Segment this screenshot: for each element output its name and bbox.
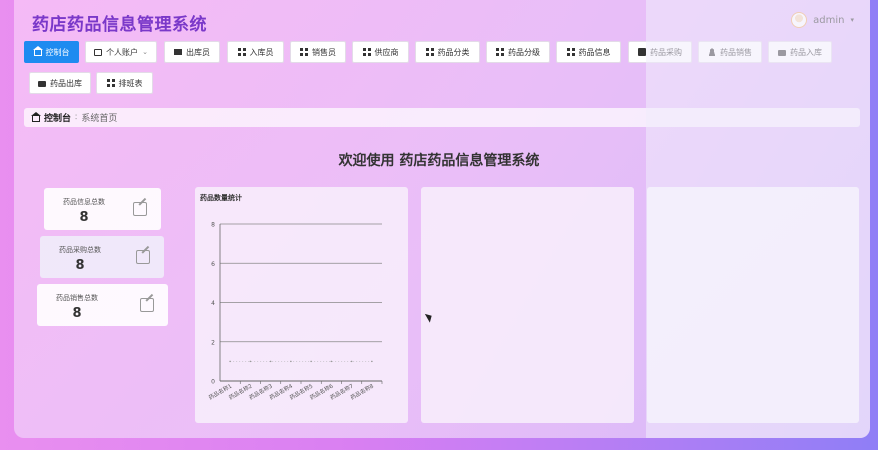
avatar [791, 12, 808, 28]
nav-drug-info[interactable]: 药品信息 [556, 41, 621, 63]
home-icon [31, 111, 41, 122]
grid-icon [300, 48, 308, 56]
nav-salesperson[interactable]: 销售员 [290, 41, 346, 63]
nav-drug-sales[interactable]: 药品销售 [698, 41, 762, 63]
data-point [229, 360, 231, 363]
nav-drug-category[interactable]: 药品分类 [415, 41, 480, 63]
data-point [350, 360, 353, 363]
line-chart: 02468药品名称1药品名称2药品名称3药品名称4药品名称5药品名称6药品名称7… [207, 222, 383, 402]
breadcrumb-current: 系统首页 [81, 114, 118, 124]
nav-schedule[interactable]: 排班表 [96, 72, 153, 94]
nav-supplier[interactable]: 供应商 [352, 41, 409, 63]
grid-icon [237, 48, 246, 56]
data-point [290, 360, 292, 363]
grid-icon [566, 48, 575, 56]
stat-card-drug-purchase: 药品采购总数 8 [40, 236, 164, 278]
y-tick-label: 4 [211, 300, 215, 307]
stat-value: 8 [75, 258, 85, 273]
user-icon [708, 48, 716, 56]
nav-drug-purchase[interactable]: 药品采购 [628, 41, 692, 63]
edit-icon [140, 298, 154, 312]
x-tick-label: 药品名称8 [349, 382, 376, 402]
stat-value: 8 [72, 306, 82, 321]
nav-drug-grade[interactable]: 药品分级 [486, 41, 550, 63]
breadcrumb-home[interactable]: 控制台 [44, 111, 71, 124]
y-tick-label: 2 [211, 339, 215, 346]
nav-outbound-clerk[interactable]: 出库员 [164, 41, 220, 63]
nav-inbound-clerk[interactable]: 入库员 [227, 41, 284, 63]
nav-personal-account[interactable]: 个人账户 ⌄ [85, 41, 157, 63]
bag-icon [38, 81, 46, 87]
stat-value: 8 [79, 210, 89, 225]
data-point [371, 360, 373, 363]
stat-card-drug-info: 药品信息总数 8 [44, 188, 161, 230]
empty-panel-2 [421, 187, 634, 423]
edit-icon [136, 250, 150, 264]
grid-icon [496, 48, 504, 56]
chart-panel: 药品数量统计 0 2 4 6 8 药品名称1 药品名称2 药品名称3 药品名称4 药品名称5 药品名… [195, 187, 408, 423]
edit-icon [133, 202, 147, 216]
grid-icon [362, 48, 371, 56]
chart-title: 药品数量统计 [200, 194, 242, 202]
stat-label: 药品信息总数 [63, 198, 105, 206]
y-tick-label: 6 [211, 261, 215, 268]
username: admin [813, 14, 845, 26]
y-tick-label: 8 [211, 222, 215, 229]
nav-dashboard[interactable]: 控制台 [24, 41, 79, 63]
stat-card-drug-sales: 药品销售总数 8 [37, 284, 168, 326]
stat-label: 药品采购总数 [59, 246, 101, 254]
empty-panel-3 [647, 187, 859, 423]
data-point [249, 360, 252, 363]
welcome-heading: 欢迎使用 药店药品信息管理系统 [338, 153, 540, 169]
nav-drug-outbound[interactable]: 药品出库 [29, 72, 91, 94]
bag-icon [778, 50, 786, 56]
user-menu[interactable]: admin ▾ [791, 12, 854, 28]
home-icon [32, 46, 43, 56]
data-point [269, 360, 272, 363]
check-icon [638, 48, 646, 56]
data-point [310, 360, 312, 363]
caret-down-icon: ▾ [850, 16, 854, 24]
breadcrumb-separator: ∶ [75, 112, 78, 123]
grid-icon [425, 48, 434, 56]
chevron-down-icon: ⌄ [142, 48, 148, 56]
nav-drug-inbound[interactable]: 药品入库 [768, 41, 832, 63]
grid-icon [106, 79, 115, 87]
app-title: 药店药品信息管理系统 [32, 15, 207, 35]
monitor-icon [174, 49, 182, 55]
stat-label: 药品销售总数 [56, 294, 98, 302]
card-icon [94, 48, 103, 56]
breadcrumb: 控制台 ∶ 系统首页 [24, 108, 860, 127]
y-tick-label: 0 [211, 379, 215, 386]
data-point [330, 360, 333, 363]
